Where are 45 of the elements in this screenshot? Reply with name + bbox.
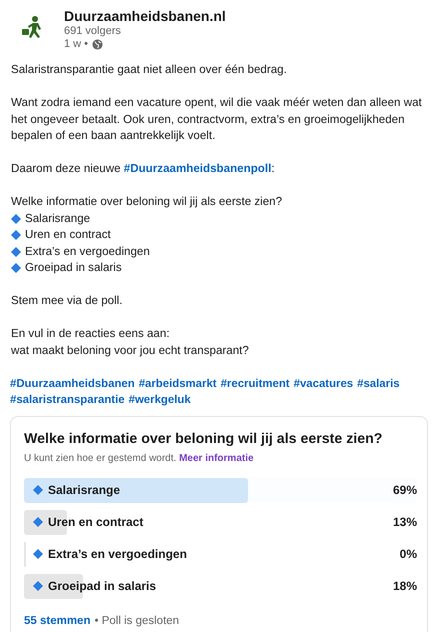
- hashtag-link[interactable]: #salaris: [357, 376, 400, 392]
- more-info-link[interactable]: Meer informatie: [179, 452, 254, 464]
- diamond-icon: [11, 246, 21, 257]
- diamond-icon: [33, 485, 43, 495]
- list-item: Groeipad in salaris: [25, 260, 122, 276]
- hashtag-link[interactable]: #salaristransparantie: [10, 392, 125, 408]
- option-percent: 18%: [392, 579, 417, 593]
- list-item: Uren en contract: [25, 227, 111, 243]
- post-time: 1 w •: [64, 38, 88, 50]
- post-text: Welke informatie over beloning wil jij als eerste zien?: [11, 195, 282, 208]
- option-percent: 13%: [392, 515, 417, 529]
- hashtag-link[interactable]: #Duurzaamheidsbanen: [10, 376, 135, 392]
- hashtag-link[interactable]: #arbeidsmarkt: [138, 376, 217, 392]
- post-text: wat maakt beloning voor jou echt transparant?: [11, 344, 249, 356]
- option-percent: 69%: [392, 483, 417, 497]
- hashtag-link[interactable]: #Duurzaamheidsbanenpoll: [124, 162, 272, 175]
- list-item: Extra’s en vergoedingen: [25, 244, 150, 260]
- follower-count: 691 volgers: [64, 25, 122, 37]
- option-label: Extra’s en vergoedingen: [48, 547, 187, 561]
- votes-link[interactable]: 55 stemmen: [24, 614, 90, 626]
- diamond-icon: [33, 549, 43, 559]
- option-label: Groeipad in salaris: [48, 579, 156, 593]
- list-item: Salarisrange: [25, 210, 90, 226]
- option-percent: 0%: [398, 547, 417, 561]
- hashtag-link[interactable]: #vacatures: [294, 376, 354, 392]
- diamond-icon: [33, 581, 43, 591]
- author-name[interactable]: Duurzaamheidsbanen.nl: [64, 8, 226, 24]
- poll-question: Welke informatie over beloning wil jij als eerste zien?: [24, 430, 384, 446]
- post-text: :: [271, 162, 275, 175]
- post-text: Daarom deze nieuwe: [11, 162, 122, 175]
- option-label: Salarisrange: [48, 483, 120, 497]
- post-text: Salaristransparantie gaat niet alleen over één bedrag.: [11, 62, 288, 78]
- post-text: Want zodra iemand een vacature opent, wil die vaak méér weten dan alleen wat het ongeveer betaalt. Ook uren, contractvorm, extra’s en groeimogelijkheden bepalen of een baan aantrekkelijk voelt.: [11, 95, 423, 144]
- globe-icon: [92, 38, 104, 50]
- diamond-icon: [11, 214, 21, 224]
- poll-status: • Poll is gesloten: [94, 614, 180, 626]
- diamond-icon: [11, 230, 21, 240]
- diamond-icon: [11, 263, 21, 274]
- hashtag-link[interactable]: #recruitment: [220, 376, 290, 392]
- poll-note: U kunt zien hoe er gestemd wordt. Meer informatie: [24, 452, 255, 464]
- option-label: Uren en contract: [48, 515, 144, 529]
- diamond-icon: [33, 517, 43, 527]
- hashtag-link[interactable]: #werkgeluk: [128, 392, 191, 408]
- post-text: En vul in de reacties eens aan:: [11, 327, 170, 340]
- post-text: Stem mee via de poll.: [11, 293, 124, 309]
